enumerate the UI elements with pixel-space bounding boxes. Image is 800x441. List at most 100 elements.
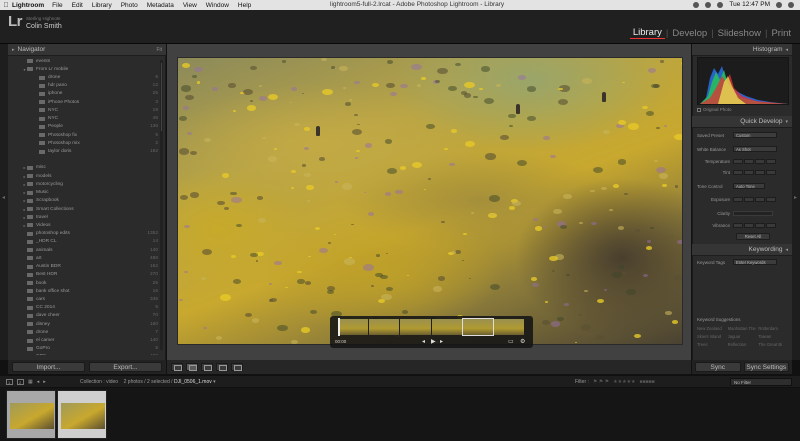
page-1-button[interactable]: 1 bbox=[6, 379, 13, 385]
menu-window[interactable]: Window bbox=[206, 2, 229, 9]
filmstrip-thumbnail[interactable] bbox=[6, 390, 56, 439]
star-filter-icon[interactable]: ★★★★★ bbox=[613, 379, 635, 385]
collection-folder[interactable]: ▾ From Lr mobile bbox=[8, 65, 166, 73]
white-balance-select[interactable]: As Shot bbox=[733, 146, 777, 152]
collection-folder[interactable]: hdr pano 12 bbox=[8, 82, 166, 90]
filmstrip-breadcrumb[interactable]: Collection : video 2 photos / 2 selected… bbox=[80, 379, 216, 385]
filmstrip-thumbnail[interactable] bbox=[57, 390, 107, 439]
collection-folder[interactable]: GPS 490 bbox=[8, 353, 166, 355]
keyword-tags-textarea[interactable] bbox=[697, 268, 789, 308]
menu-help[interactable]: Help bbox=[238, 2, 251, 9]
collection-folder[interactable] bbox=[8, 156, 166, 164]
collection-folder[interactable]: drone 7 bbox=[8, 328, 166, 336]
left-panel-toggle[interactable]: ◂ bbox=[0, 44, 8, 360]
collection-folder[interactable]: ▸ Videos bbox=[8, 221, 166, 229]
collection-folder[interactable]: ▸ models bbox=[8, 172, 166, 180]
spotlight-icon[interactable] bbox=[776, 2, 782, 8]
collection-folder[interactable]: iphone 25 bbox=[8, 90, 166, 98]
scrollbar-thumb[interactable] bbox=[160, 62, 163, 132]
disclosure-triangle-icon[interactable]: ◂ bbox=[785, 247, 788, 253]
navigator-header[interactable]: ▸ Navigator Fit bbox=[8, 44, 166, 56]
flag-filter-icon[interactable]: ⚑ ⚑ ⚑ bbox=[593, 379, 609, 385]
step-forward-icon[interactable]: ▸ bbox=[440, 338, 443, 345]
disclosure-triangle-icon[interactable]: ▸ bbox=[12, 47, 15, 53]
collection-folder[interactable]: ▸ Scrapbook bbox=[8, 197, 166, 205]
saved-preset-select[interactable]: Custom bbox=[733, 132, 777, 138]
histogram-header[interactable]: Histogram ◂ bbox=[692, 44, 792, 56]
apple-icon[interactable]:  bbox=[0, 2, 12, 9]
grid-view-icon[interactable] bbox=[171, 363, 183, 371]
module-develop[interactable]: Develop bbox=[669, 28, 710, 39]
reset-all-button[interactable]: Reset All bbox=[736, 233, 770, 240]
collection-folder[interactable]: NYC 19 bbox=[8, 106, 166, 114]
collapse-right-icon[interactable]: ▸ bbox=[794, 194, 797, 201]
playhead[interactable] bbox=[338, 318, 340, 336]
auto-tone-button[interactable]: Auto Tone bbox=[733, 183, 765, 189]
exposure-buttons[interactable] bbox=[733, 196, 776, 202]
menu-library[interactable]: Library bbox=[92, 2, 112, 9]
collection-folder[interactable]: NYC 46 bbox=[8, 115, 166, 123]
loupe-view-icon[interactable] bbox=[186, 363, 198, 371]
filter-preset-select[interactable]: No Filter bbox=[730, 378, 792, 386]
collection-folder[interactable]: ▸ motorcycling bbox=[8, 180, 166, 188]
video-frame-preview[interactable] bbox=[177, 57, 683, 345]
original-photo-checkbox[interactable] bbox=[697, 107, 701, 112]
clarity-control[interactable] bbox=[733, 210, 773, 216]
keyword-tags-select[interactable]: Enter Keywords bbox=[733, 259, 777, 265]
menu-file[interactable]: File bbox=[52, 2, 62, 9]
keyword-suggestion[interactable]: New Zealand bbox=[697, 326, 728, 331]
collection-folder[interactable]: Best HDR 270 bbox=[8, 271, 166, 279]
collection-folder[interactable]: ▸ Music bbox=[8, 189, 166, 197]
vibrance-buttons[interactable] bbox=[733, 222, 776, 228]
collection-folder[interactable]: CC 2014 5 bbox=[8, 304, 166, 312]
collection-folder[interactable]: GoPro 5 bbox=[8, 345, 166, 353]
keyword-suggestion[interactable]: Jaguar bbox=[728, 334, 759, 339]
right-panel-toggle[interactable]: ▸ bbox=[792, 44, 800, 360]
left-panel-scrollbar[interactable] bbox=[160, 60, 163, 350]
collection-folder[interactable]: bank office shot 16 bbox=[8, 287, 166, 295]
module-library[interactable]: Library bbox=[629, 27, 665, 39]
keyword-suggestion[interactable]: Trees bbox=[697, 342, 728, 347]
original-photo-toggle[interactable]: Original Photo bbox=[697, 107, 732, 112]
menu-photo[interactable]: Photo bbox=[121, 2, 138, 9]
collection-folder[interactable]: ▸ travel bbox=[8, 213, 166, 221]
navigator-zoom-fit[interactable]: Fit bbox=[156, 47, 162, 53]
keywording-header[interactable]: Keywording ◂ bbox=[692, 244, 792, 256]
disclosure-triangle-icon[interactable]: ▾ bbox=[785, 119, 788, 125]
temperature-buttons[interactable] bbox=[733, 158, 776, 164]
module-slideshow[interactable]: Slideshow bbox=[715, 28, 764, 39]
menu-clock[interactable]: Tue 12:47 PM bbox=[729, 0, 770, 10]
collection-folder[interactable]: _HDR CL 14 bbox=[8, 238, 166, 246]
quick-develop-header[interactable]: Quick Develop ▾ bbox=[692, 116, 792, 128]
collection-folder[interactable]: ▸ Smart Collections bbox=[8, 205, 166, 213]
people-view-icon[interactable] bbox=[231, 363, 243, 371]
collection-folder[interactable]: disney 160 bbox=[8, 320, 166, 328]
menu-view[interactable]: View bbox=[183, 2, 197, 9]
keyword-suggestion[interactable]: The Great Bi bbox=[758, 342, 789, 347]
forward-arrow-icon[interactable]: ▸ bbox=[43, 379, 46, 385]
keyword-suggestion[interactable]: Taiwan bbox=[758, 334, 789, 339]
menu-app-name[interactable]: Lightroom bbox=[12, 2, 44, 9]
sync-button[interactable]: Sync bbox=[695, 362, 741, 372]
collection-folder[interactable]: taylor doris 192 bbox=[8, 147, 166, 155]
frame-capture-icon[interactable]: ▭ bbox=[508, 338, 514, 345]
menu-metadata[interactable]: Metadata bbox=[147, 2, 174, 9]
collapse-left-icon[interactable]: ◂ bbox=[2, 194, 5, 201]
collection-folder[interactable]: drone 6 bbox=[8, 73, 166, 81]
keyword-suggestion[interactable]: Rotterdam bbox=[758, 326, 789, 331]
gear-icon[interactable]: ⚙ bbox=[520, 338, 525, 345]
color-filter-icon[interactable]: ■■■■■ bbox=[640, 379, 655, 385]
battery-icon[interactable] bbox=[717, 2, 724, 8]
collection-folder[interactable]: photoshop edits 1352 bbox=[8, 230, 166, 238]
collection-folder[interactable]: book 25 bbox=[8, 279, 166, 287]
collection-folder[interactable]: art 486 bbox=[8, 254, 166, 262]
sync-settings-button[interactable]: Sync Settings bbox=[743, 362, 789, 372]
notification-center-icon[interactable] bbox=[788, 2, 794, 8]
collection-folder[interactable]: cars 345 bbox=[8, 295, 166, 303]
play-icon[interactable]: ▶ bbox=[431, 338, 436, 345]
collection-folder[interactable]: animals 140 bbox=[8, 246, 166, 254]
module-print[interactable]: Print bbox=[768, 28, 794, 39]
tint-buttons[interactable] bbox=[733, 169, 776, 175]
collection-folder[interactable]: events bbox=[8, 57, 166, 65]
keyword-suggestion[interactable]: Manhattan The bbox=[728, 326, 759, 331]
